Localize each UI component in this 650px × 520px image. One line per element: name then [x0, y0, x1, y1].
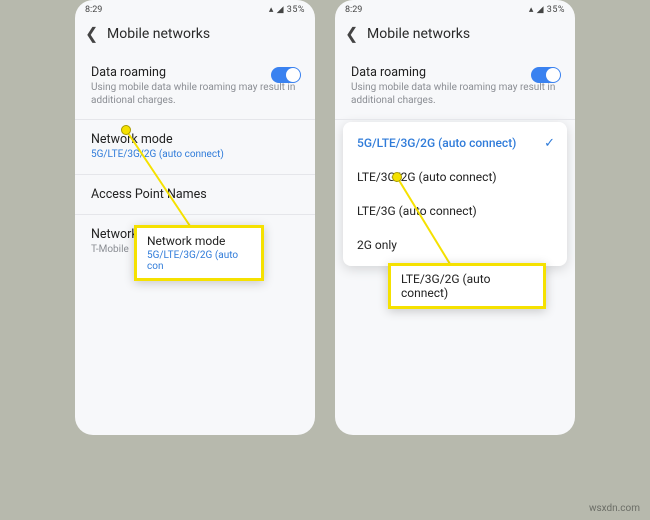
page-title: Mobile networks — [367, 26, 470, 42]
option-lte-3g-2g[interactable]: LTE/3G/2G (auto connect) — [343, 160, 567, 194]
row-title: Data roaming — [351, 65, 559, 80]
row-desc: Using mobile data while roaming may resu… — [351, 82, 559, 107]
row-desc: Using mobile data while roaming may resu… — [91, 82, 299, 107]
status-bar: 8:29 ▴ ◢ 35% — [75, 0, 315, 20]
network-mode-dropdown: 5G/LTE/3G/2G (auto connect) ✓ LTE/3G/2G … — [343, 122, 567, 266]
back-icon[interactable]: ❮ — [85, 24, 101, 43]
option-5g[interactable]: 5G/LTE/3G/2G (auto connect) ✓ — [343, 126, 567, 160]
appbar: ❮ Mobile networks — [75, 20, 315, 53]
row-value: 5G/LTE/3G/2G (auto connect) — [91, 149, 299, 162]
callout-title: LTE/3G/2G (auto connect) — [401, 272, 533, 300]
back-icon[interactable]: ❮ — [345, 24, 361, 43]
row-title: Data roaming — [91, 65, 299, 80]
callout-sub: 5G/LTE/3G/2G (auto con — [147, 250, 251, 272]
annotation-dot — [392, 172, 402, 182]
screenshot-right: 8:29 ▴ ◢ 35% ❮ Mobile networks Data roam… — [335, 0, 575, 435]
page-title: Mobile networks — [107, 26, 210, 42]
check-icon: ✓ — [544, 136, 555, 151]
row-network-mode[interactable]: Network mode 5G/LTE/3G/2G (auto connect) — [75, 120, 315, 175]
toggle-roaming[interactable] — [531, 67, 561, 83]
appbar: ❮ Mobile networks — [335, 20, 575, 53]
annotation-dot — [121, 125, 131, 135]
callout-title: Network mode — [147, 234, 251, 248]
status-time: 8:29 — [345, 5, 362, 15]
row-data-roaming[interactable]: Data roaming Using mobile data while roa… — [75, 53, 315, 120]
status-icons: ▴ ◢ 35% — [529, 5, 565, 15]
row-title: Access Point Names — [91, 187, 299, 202]
screenshot-left: 8:29 ▴ ◢ 35% ❮ Mobile networks Data roam… — [75, 0, 315, 435]
callout-lte-option: LTE/3G/2G (auto connect) — [388, 263, 546, 309]
callout-network-mode: Network mode 5G/LTE/3G/2G (auto con — [134, 225, 264, 281]
option-lte-3g[interactable]: LTE/3G (auto connect) — [343, 194, 567, 228]
option-2g-only[interactable]: 2G only — [343, 228, 567, 262]
row-apn[interactable]: Access Point Names — [75, 175, 315, 215]
watermark: wsxdn.com — [589, 503, 640, 514]
status-time: 8:29 — [85, 5, 102, 15]
row-data-roaming[interactable]: Data roaming Using mobile data while roa… — [335, 53, 575, 120]
status-bar: 8:29 ▴ ◢ 35% — [335, 0, 575, 20]
status-icons: ▴ ◢ 35% — [269, 5, 305, 15]
toggle-roaming[interactable] — [271, 67, 301, 83]
row-title: Network mode — [91, 132, 299, 147]
